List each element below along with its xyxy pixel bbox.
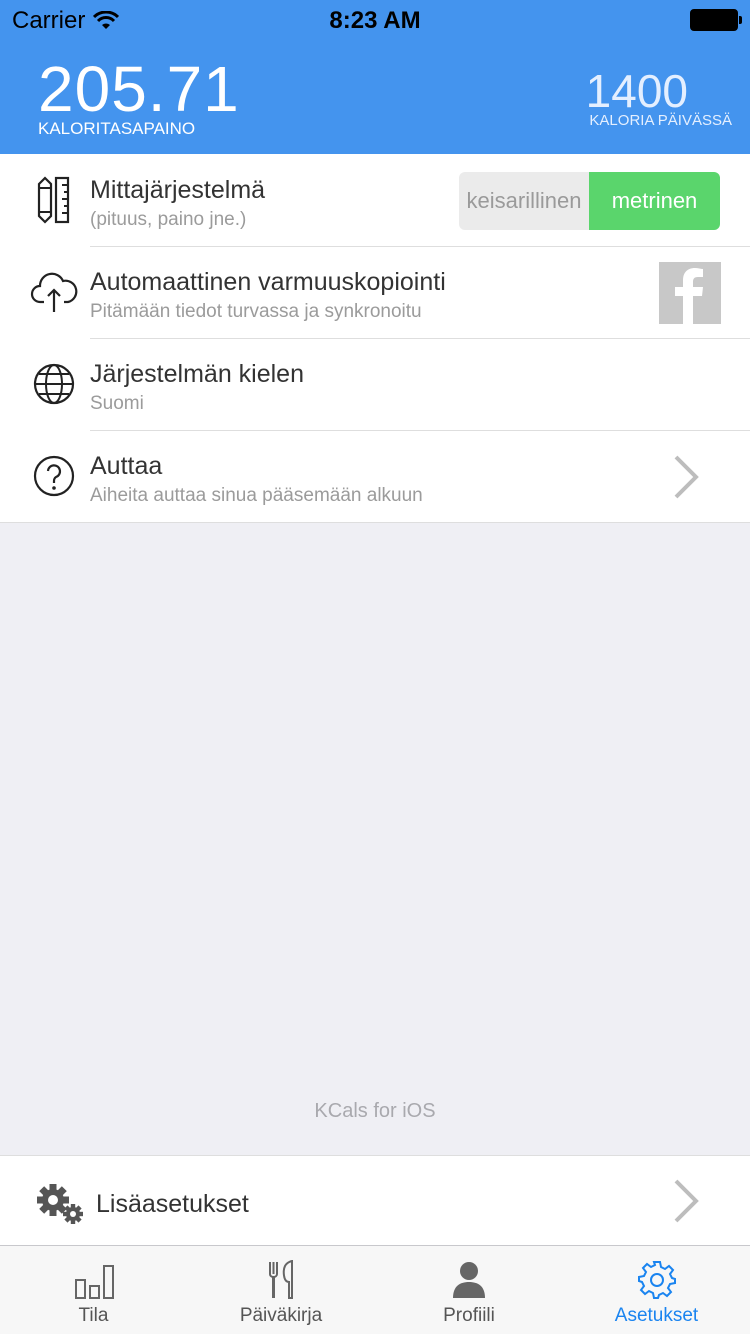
daily-calories-value: 1400 bbox=[585, 65, 688, 117]
more-settings-row[interactable]: Lisäasetukset bbox=[0, 1155, 750, 1245]
chevron-right-icon bbox=[674, 455, 699, 499]
language-title: Järjestelmän kielen bbox=[90, 360, 304, 388]
facebook-icon bbox=[675, 268, 703, 324]
backup-title: Automaattinen varmuuskopiointi bbox=[90, 268, 446, 296]
ruler-pencil-icon bbox=[37, 176, 70, 224]
battery-icon bbox=[690, 9, 742, 31]
tab-bar: Tila Päiväkirja Profiili Asetukset bbox=[0, 1245, 750, 1334]
list-divider bbox=[0, 522, 750, 523]
tab-label: Tila bbox=[78, 1305, 109, 1326]
cloud-upload-icon bbox=[30, 272, 78, 312]
gear-icon bbox=[637, 1261, 676, 1299]
tab-tila[interactable]: Tila bbox=[0, 1246, 187, 1334]
tab-label: Päiväkirja bbox=[239, 1305, 323, 1326]
settings-list: Mittajärjestelmä (pituus, paino jne.) ke… bbox=[0, 154, 750, 523]
bar-chart-icon bbox=[74, 1265, 114, 1299]
language-value: Suomi bbox=[90, 393, 144, 414]
unit-option-metric[interactable]: metrinen bbox=[589, 172, 720, 230]
status-time: 8:23 AM bbox=[329, 7, 421, 34]
app-footer-text: KCals for iOS bbox=[314, 1100, 436, 1122]
gears-icon bbox=[37, 1184, 83, 1224]
daily-calories-label: KALORIA PÄIVÄSSÄ bbox=[589, 112, 732, 129]
tab-asetukset[interactable]: Asetukset bbox=[563, 1246, 750, 1334]
settings-row-help[interactable]: Auttaa Aiheita auttaa sinua pääsemään al… bbox=[0, 430, 750, 522]
person-icon bbox=[453, 1262, 485, 1298]
status-bar: Carrier 8:23 AM bbox=[0, 0, 750, 40]
chevron-right-icon bbox=[674, 1179, 699, 1223]
help-icon bbox=[33, 455, 75, 497]
help-subtitle: Aiheita auttaa sinua pääsemään alkuun bbox=[90, 485, 423, 506]
tab-label: Asetukset bbox=[614, 1305, 699, 1326]
help-title: Auttaa bbox=[90, 452, 163, 480]
measurement-subtitle: (pituus, paino jne.) bbox=[90, 209, 247, 230]
tab-paivakirja[interactable]: Päiväkirja bbox=[187, 1246, 375, 1334]
tab-label: Profiili bbox=[443, 1305, 495, 1326]
settings-row-language[interactable]: Järjestelmän kielen Suomi bbox=[0, 338, 750, 430]
settings-row-backup[interactable]: Automaattinen varmuuskopiointi Pitämään … bbox=[0, 246, 750, 338]
calorie-balance-value: 205.71 bbox=[38, 53, 240, 125]
globe-icon bbox=[33, 363, 75, 405]
unit-toggle: keisarillinen metrinen bbox=[459, 172, 720, 230]
backup-subtitle: Pitämään tiedot turvassa ja synkronoitu bbox=[90, 301, 422, 322]
summary-header: Carrier 8:23 AM 205.71 KALORITASAPAINO 1… bbox=[0, 0, 750, 154]
facebook-button[interactable] bbox=[659, 262, 721, 324]
measurement-title: Mittajärjestelmä bbox=[90, 176, 266, 204]
tab-profiili[interactable]: Profiili bbox=[375, 1246, 563, 1334]
fork-knife-icon bbox=[269, 1260, 293, 1299]
settings-row-measurement: Mittajärjestelmä (pituus, paino jne.) ke… bbox=[0, 154, 750, 246]
more-settings-label: Lisäasetukset bbox=[96, 1190, 249, 1218]
unit-option-imperial[interactable]: keisarillinen bbox=[459, 172, 589, 230]
calorie-balance-label: KALORITASAPAINO bbox=[38, 119, 196, 138]
